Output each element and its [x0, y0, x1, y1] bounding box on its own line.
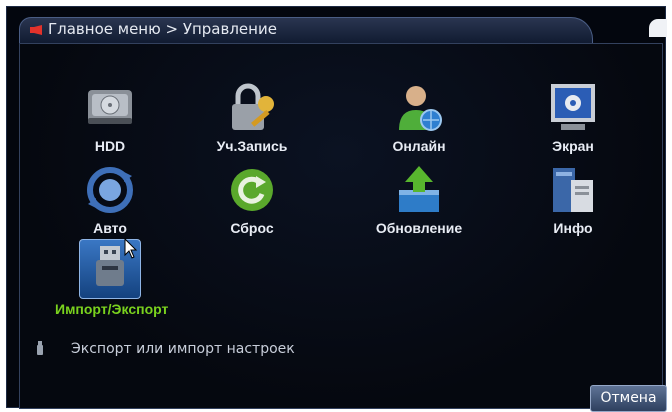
- menu-item-info[interactable]: Инфо: [518, 162, 628, 236]
- title-bar: Главное меню > Управление: [19, 17, 593, 44]
- menu-item-label: Обновление: [375, 220, 463, 236]
- menu-item-online[interactable]: Онлайн: [364, 80, 474, 154]
- menu-item-auto[interactable]: Авто: [55, 162, 165, 236]
- menu-item-reset[interactable]: Сброс: [197, 162, 307, 236]
- menu-item-label: Уч.Запись: [216, 138, 288, 154]
- cancel-button[interactable]: Отмена: [590, 385, 667, 412]
- titlebar-corner: [649, 19, 667, 37]
- screen-gear-icon: [551, 84, 595, 130]
- hint-text: Экспорт или импорт настроек: [71, 341, 295, 357]
- menu-item-label: Импорт/Экспорт: [55, 301, 169, 317]
- menu-item-label: Инфо: [553, 220, 593, 236]
- mouse-cursor-icon: [124, 238, 138, 259]
- menu-item-account[interactable]: Уч.Запись: [197, 80, 307, 154]
- menu-item-import-export[interactable]: Импорт/Экспорт: [55, 239, 169, 317]
- lock-key-icon: [232, 83, 274, 130]
- management-panel: HDD Уч.Запись Онлайн Экран Авто Сброс Об…: [19, 43, 663, 409]
- menu-item-label: Онлайн: [392, 138, 446, 154]
- usb-small-icon: [37, 341, 43, 355]
- auto-cycle-icon: [87, 167, 133, 213]
- menu-item-screen[interactable]: Экран: [518, 80, 628, 154]
- menu-item-label: Сброс: [230, 220, 274, 236]
- dialog-window: Главное меню > Управление HDD Уч.Запись …: [6, 6, 667, 412]
- menu-item-upgrade[interactable]: Обновление: [364, 162, 474, 236]
- online-user-icon: [399, 86, 442, 131]
- menu-item-label: Экран: [552, 138, 594, 154]
- upgrade-icon: [399, 166, 439, 212]
- hdd-icon: [88, 90, 132, 124]
- info-icon: [553, 168, 593, 212]
- menu-item-label: HDD: [94, 138, 126, 154]
- breadcrumb-title: Главное меню > Управление: [48, 20, 277, 38]
- menu-item-label: Авто: [93, 220, 127, 236]
- brand-icon: [30, 25, 42, 35]
- menu-item-hdd[interactable]: HDD: [55, 80, 165, 154]
- reset-icon: [231, 169, 273, 211]
